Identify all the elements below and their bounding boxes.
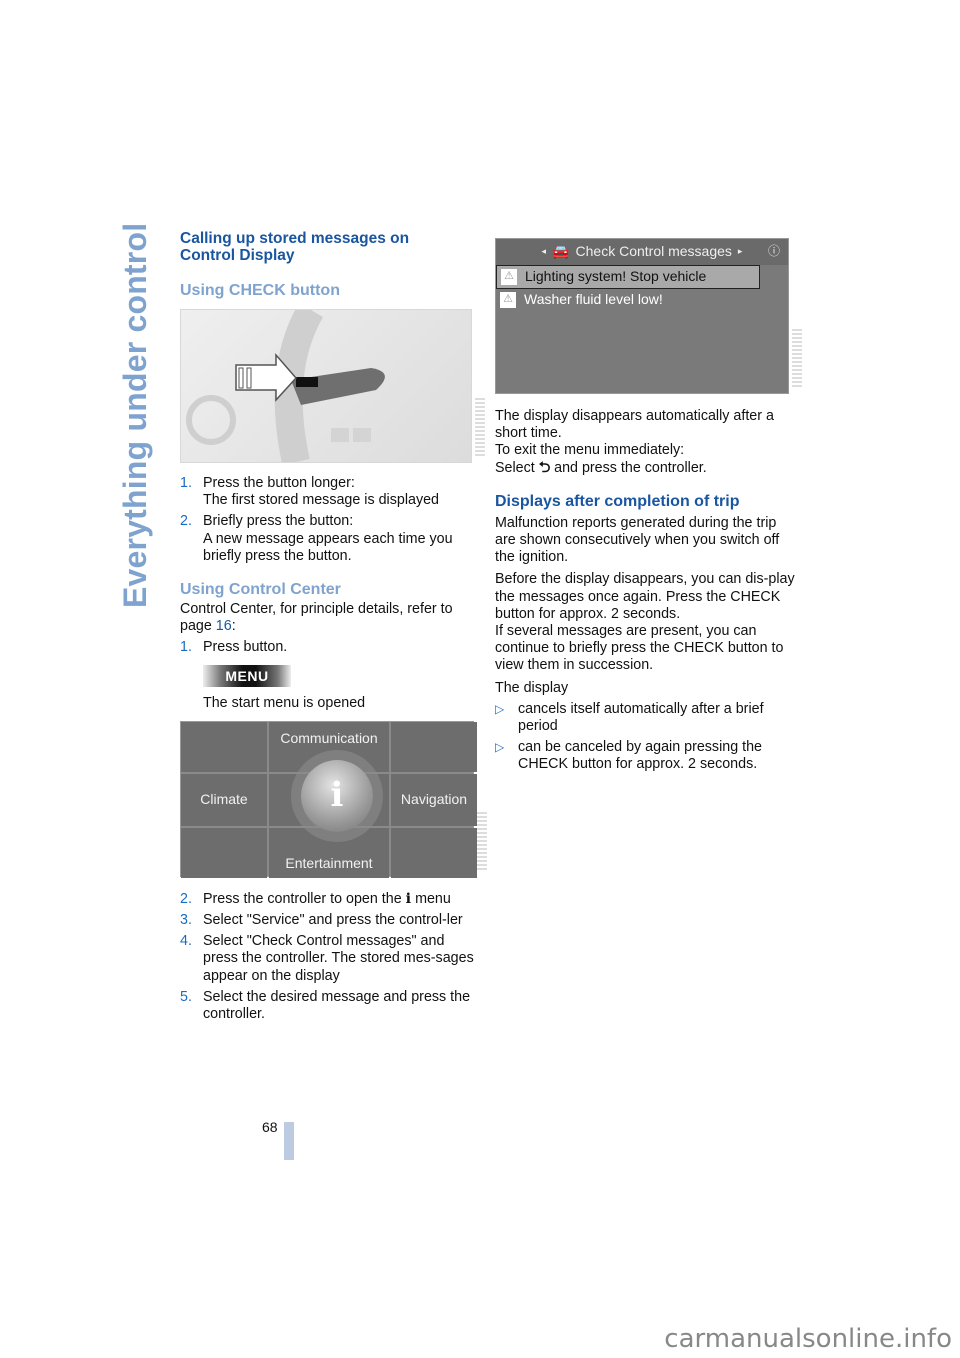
- control-center-heading: Using Control Center: [180, 581, 341, 599]
- cc-step-3: 3. Select "Service" and press the contro…: [180, 912, 463, 929]
- page-link[interactable]: 16: [216, 618, 232, 634]
- message-item[interactable]: ⚠ Lighting system! Stop vehicle: [496, 265, 760, 289]
- check-button-illustration: [180, 302, 485, 465]
- car-icon: 🚘: [552, 243, 570, 260]
- check-button-heading: Using CHECK button: [180, 282, 340, 299]
- chevron-right-icon[interactable]: ▸: [738, 243, 743, 260]
- bullet-item: ▷ can be canceled by again pressing the …: [495, 739, 763, 773]
- warning-icon: ⚠: [500, 292, 516, 308]
- chapter-side-title: Everything under control: [117, 222, 153, 608]
- check-step-1: 1. Press the button longer: The first st…: [180, 475, 440, 509]
- page-number: 68: [262, 1119, 278, 1135]
- info-controller-icon[interactable]: i: [301, 759, 373, 832]
- warning-icon: ⚠: [501, 269, 517, 285]
- cc-step-1: 1. Press button. MENU The start menu is …: [180, 639, 366, 711]
- info-menu-icon[interactable]: ⓘ: [768, 243, 780, 260]
- menu-climate[interactable]: Climate: [181, 773, 267, 826]
- triangle-bullet-icon: ▷: [495, 740, 505, 755]
- steering-column-stalk-image: [186, 302, 385, 465]
- cc-step-4: 4. Select "Check Control messages" and p…: [180, 933, 474, 984]
- right-column: ◂ 🚘 Check Control messages ▸ ⓘ ⚠ Lightin…: [495, 238, 802, 774]
- figure-code: [477, 811, 487, 872]
- screen-header: ◂ 🚘 Check Control messages ▸ ⓘ: [496, 239, 788, 265]
- back-icon: ⮌: [538, 459, 551, 476]
- trip-heading: Displays after completion of trip: [495, 492, 740, 510]
- left-column: Calling up stored messages on Control Di…: [180, 230, 487, 1023]
- menu-entertainment[interactable]: Entertainment: [269, 827, 389, 878]
- watermark: carmanualsonline.info: [664, 1324, 952, 1354]
- start-menu-screen: Communication Climate Navigation Enterta…: [180, 720, 487, 878]
- menu-navigation[interactable]: Navigation: [391, 773, 477, 826]
- triangle-bullet-icon: ▷: [495, 701, 505, 716]
- message-item[interactable]: ⚠ Washer fluid level low!: [496, 289, 788, 311]
- check-step-2: 2. Briefly press the button: A new messa…: [180, 513, 453, 564]
- check-control-screen: ◂ 🚘 Check Control messages ▸ ⓘ ⚠ Lightin…: [495, 238, 802, 394]
- bullet-item: ▷ cancels itself automatically after a b…: [495, 700, 764, 735]
- figure-code: [792, 329, 802, 389]
- figure-code: [475, 398, 485, 458]
- control-center-intro: Control Center, for principle details, r…: [180, 601, 453, 635]
- section-title: Calling up stored messages on Control Di…: [180, 230, 410, 264]
- page-marker-bar: [284, 1122, 294, 1160]
- chevron-left-icon[interactable]: ◂: [542, 243, 547, 260]
- cc-step-2: 2. Press the controller to open the i me…: [180, 890, 451, 907]
- menu-button[interactable]: MENU: [203, 664, 291, 687]
- cc-step-5: 5. Select the desired message and press …: [180, 988, 471, 1023]
